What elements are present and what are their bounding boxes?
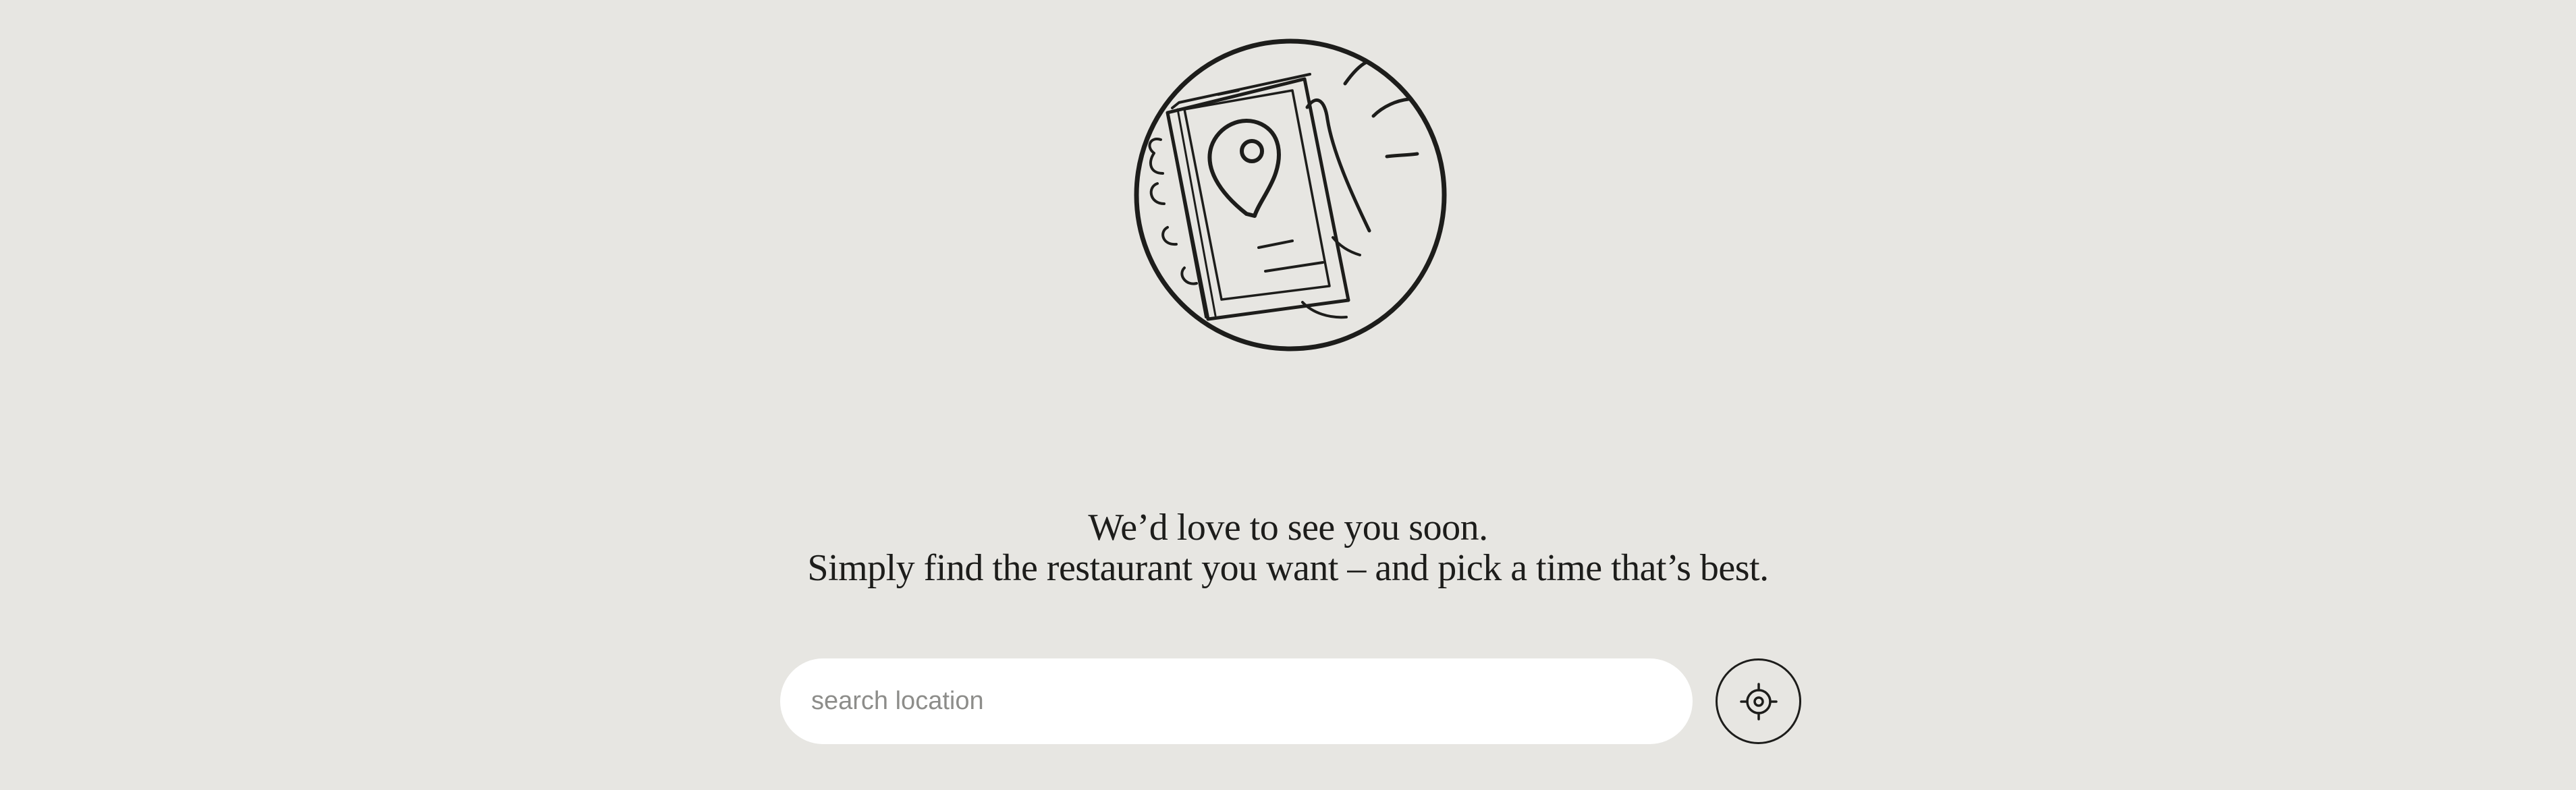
use-current-location-button[interactable] [1716,658,1801,744]
welcome-heading: We’d love to see you soon. [1088,507,1488,548]
crosshair-target-icon [1739,682,1778,721]
search-location-field [780,658,1693,744]
welcome-subheading: Simply find the restaurant you want – an… [807,547,1769,589]
phone-location-illustration-icon [1130,35,1448,352]
search-location-input[interactable] [780,658,1693,744]
